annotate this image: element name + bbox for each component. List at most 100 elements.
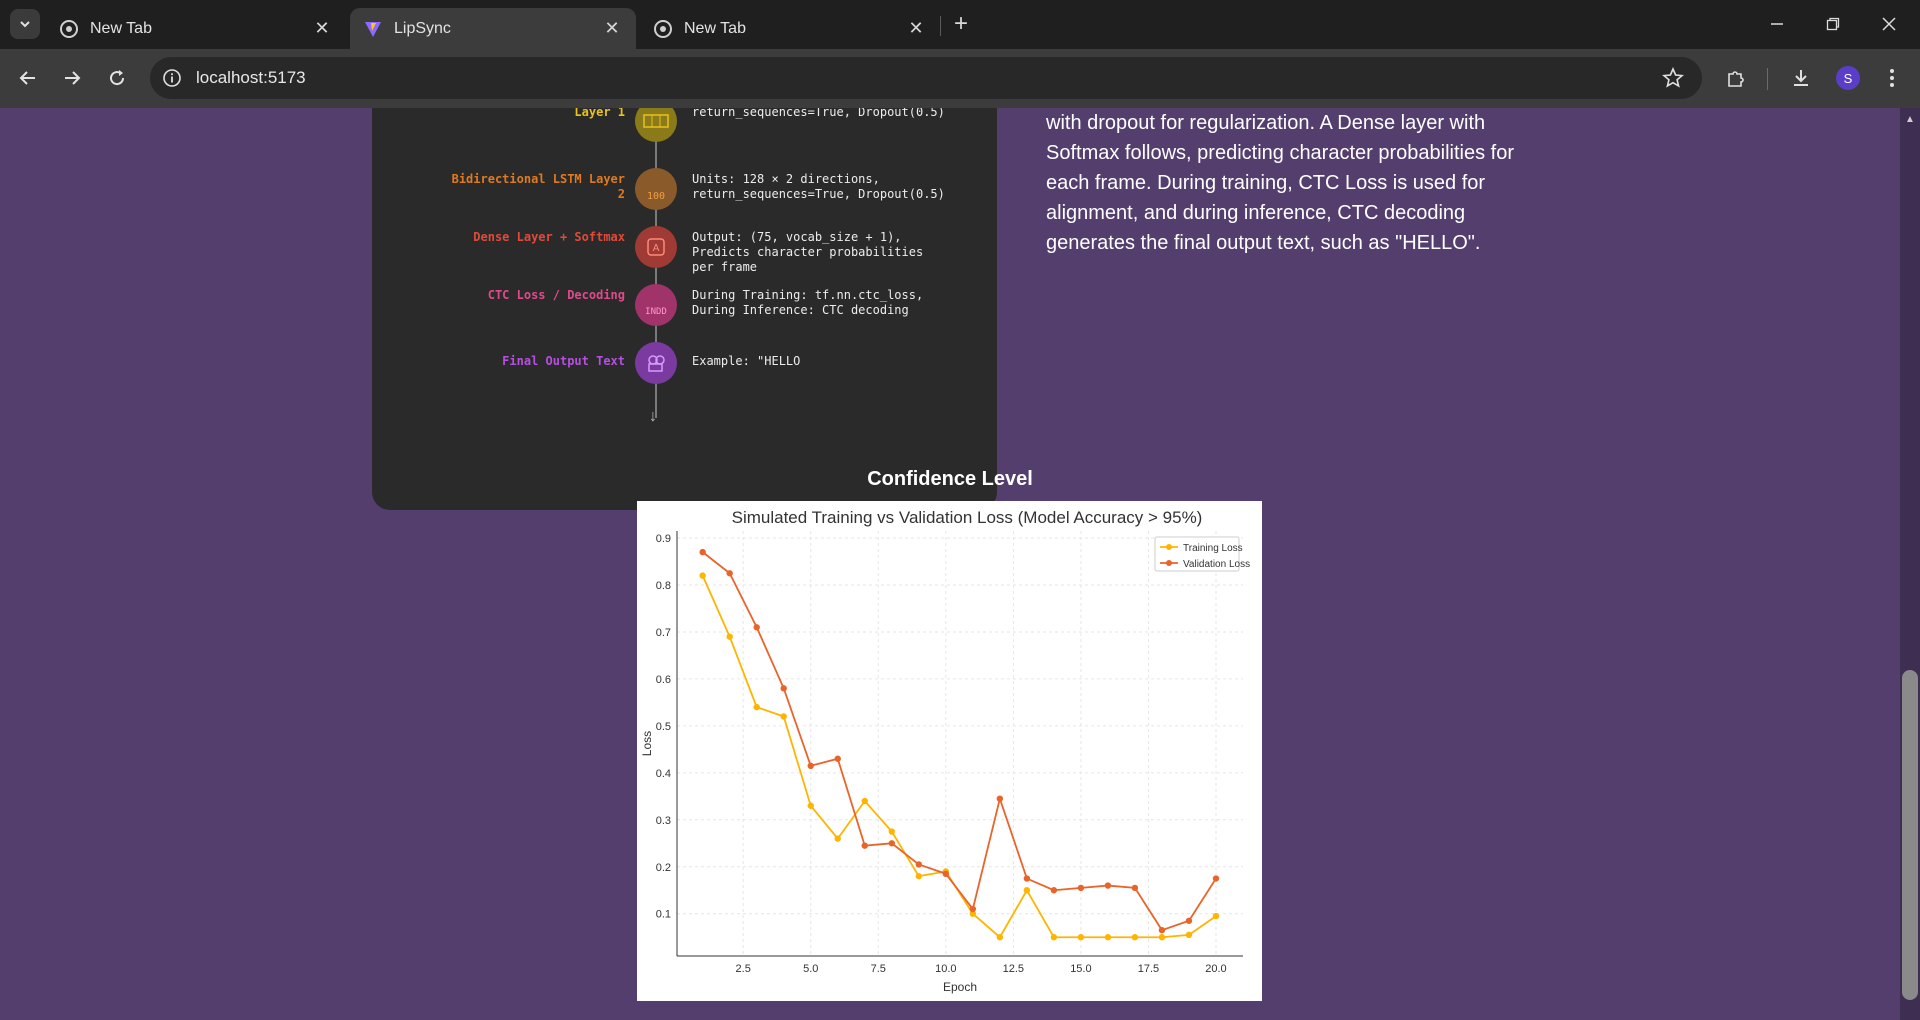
tab-new-tab-1[interactable]: New Tab ✕ <box>46 8 346 49</box>
x-tick-label: 15.0 <box>1070 963 1091 975</box>
browser-toolbar: localhost:5173 S <box>0 49 1920 108</box>
legend-label: Validation Loss <box>1183 559 1250 570</box>
tab-lipsync[interactable]: LipSync ✕ <box>350 8 636 49</box>
tab-title: New Tab <box>684 19 746 37</box>
ctc-file-icon: INDD <box>635 284 677 326</box>
y-tick-label: 0.2 <box>656 862 671 874</box>
data-point <box>915 872 922 880</box>
tab-new-tab-2[interactable]: New Tab ✕ <box>640 8 940 49</box>
site-info-icon[interactable] <box>162 68 182 88</box>
close-icon[interactable]: ✕ <box>312 18 332 39</box>
data-point <box>834 755 841 762</box>
reload-icon <box>110 70 125 86</box>
vite-icon <box>365 21 381 37</box>
x-axis-label: Epoch <box>943 980 977 994</box>
layer-description: During Training: tf.nn.ctc_loss, During … <box>692 288 924 317</box>
layer-description: Example: "HELLO <box>692 354 801 368</box>
y-tick-label: 0.9 <box>656 533 671 545</box>
layer-description: Output: (75, vocab_size + 1), Predicts c… <box>692 230 924 274</box>
layer-ctc: CTC Loss / Decoding INDD During Training… <box>372 284 997 326</box>
reload-button[interactable] <box>101 62 133 94</box>
layer-lstm-1: Layer 1 return_sequences=True, Dropout(0… <box>372 108 997 142</box>
close-icon[interactable]: ✕ <box>906 18 926 39</box>
y-tick-label: 0.6 <box>656 674 671 686</box>
icon-label: 100 <box>646 190 666 202</box>
data-point <box>726 633 733 640</box>
data-point <box>699 548 706 556</box>
data-point <box>1212 912 1220 920</box>
data-point <box>1212 875 1220 882</box>
icon-label: INDD <box>645 307 667 317</box>
minimize-button[interactable] <box>1754 8 1800 40</box>
layer-name: Bidirectional LSTM Layer 2 <box>451 172 625 201</box>
data-point <box>807 762 814 770</box>
y-tick-label: 0.8 <box>656 580 671 592</box>
data-point <box>1050 934 1058 941</box>
layer-description: return_sequences=True, Dropout(0.5) <box>692 108 945 119</box>
layer-final-output: Final Output Text Example: "HELLO <box>372 342 997 384</box>
architecture-description: in both directions) to capture temporal … <box>1046 112 1514 254</box>
forward-button[interactable] <box>56 62 88 94</box>
tab-search-button[interactable] <box>10 9 40 39</box>
menu-button[interactable] <box>1876 62 1908 94</box>
x-tick-label: 5.0 <box>803 963 818 975</box>
data-point <box>1131 884 1139 892</box>
data-point <box>834 835 841 842</box>
series-line-validation <box>702 551 1217 932</box>
series-line-training <box>701 575 1217 939</box>
data-point <box>1023 887 1031 894</box>
layer-name: CTC Loss / Decoding <box>487 288 625 302</box>
tab-divider <box>940 16 941 36</box>
scroll-up-arrow-icon[interactable]: ▲ <box>1905 114 1915 125</box>
download-icon <box>1794 70 1808 86</box>
close-window-button[interactable] <box>1866 8 1912 40</box>
arrow-right-icon <box>65 71 81 85</box>
data-point <box>1104 934 1112 941</box>
layer-lstm-2: Bidirectional LSTM Layer 2 100 Units: 12… <box>372 168 997 210</box>
data-point <box>1077 884 1085 892</box>
browser-window: New Tab ✕ LipSync ✕ New Tab ✕ + localhos… <box>0 0 1920 1020</box>
y-axis-label: Loss <box>640 731 654 756</box>
y-tick-label: 0.1 <box>656 909 671 921</box>
chart-title: Simulated Training vs Validation Loss (M… <box>732 508 1203 527</box>
close-icon[interactable]: ✕ <box>602 18 622 39</box>
loss-chart: Simulated Training vs Validation Loss (M… <box>637 501 1262 1001</box>
x-tick-label: 7.5 <box>871 963 886 975</box>
layer-description: Units: 128 × 2 directions, return_sequen… <box>692 172 945 201</box>
data-point <box>942 870 950 878</box>
data-point <box>861 797 868 805</box>
architecture-diagram: Layer 1 return_sequences=True, Dropout(0… <box>372 108 997 510</box>
arrow-down-icon: ↓ <box>649 408 657 425</box>
data-point <box>915 861 922 868</box>
downloads-button[interactable] <box>1785 62 1817 94</box>
bookmark-star-icon[interactable] <box>1662 67 1684 89</box>
layer-dense-softmax: Dense Layer + Softmax A Output: (75, voc… <box>372 226 997 274</box>
x-tick-label: 2.5 <box>736 963 751 975</box>
data-point <box>1050 887 1058 894</box>
back-button[interactable] <box>12 62 44 94</box>
profile-avatar[interactable]: S <box>1836 66 1860 90</box>
restore-button[interactable] <box>1810 8 1856 40</box>
address-text[interactable]: localhost:5173 <box>196 68 306 88</box>
data-point <box>888 828 895 835</box>
extensions-button[interactable] <box>1720 62 1752 94</box>
data-point <box>726 570 733 577</box>
data-point <box>996 795 1004 802</box>
data-point <box>780 713 787 720</box>
scrollbar-thumb[interactable] <box>1902 670 1918 1000</box>
x-tick-label: 10.0 <box>935 963 956 975</box>
data-point <box>861 842 868 849</box>
data-point <box>1077 934 1085 941</box>
lstm-grid-icon <box>635 108 677 142</box>
data-point <box>1185 917 1193 924</box>
minimize-icon <box>1771 23 1783 25</box>
close-icon <box>1882 17 1896 31</box>
address-bar[interactable]: localhost:5173 <box>150 57 1702 99</box>
x-tick-label: 20.0 <box>1205 963 1226 975</box>
data-point <box>1131 934 1139 941</box>
y-tick-label: 0.4 <box>656 768 671 780</box>
new-tab-button[interactable]: + <box>948 12 974 38</box>
data-point <box>1158 934 1166 941</box>
x-tick-label: 17.5 <box>1138 963 1159 975</box>
confidence-heading: Confidence Level <box>867 468 1033 490</box>
